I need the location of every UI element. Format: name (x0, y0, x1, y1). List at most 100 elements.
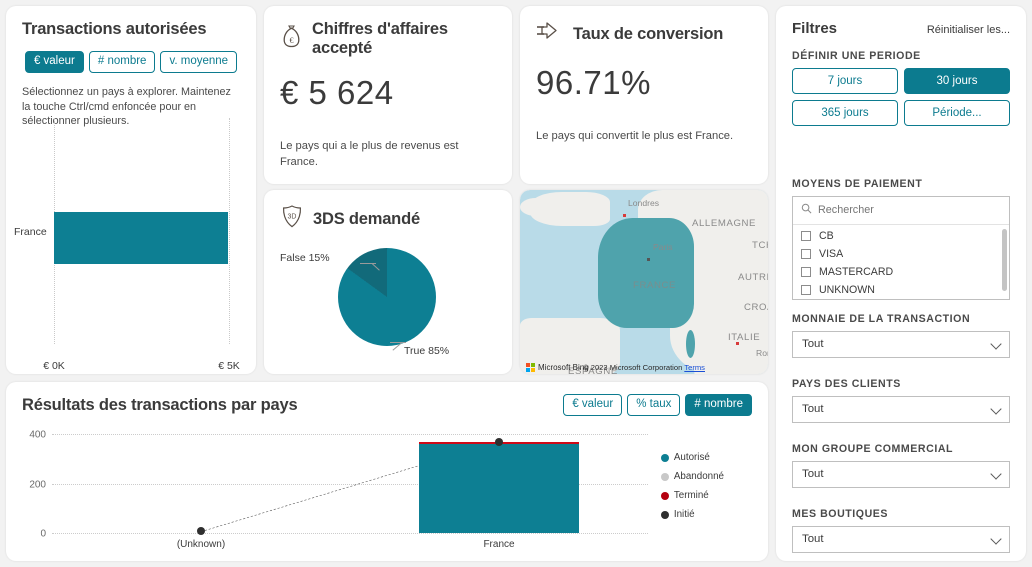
revenue-kpi-title: Chiffres d'affaires accepté (312, 20, 448, 57)
map-label-france: FRANCE (633, 280, 677, 291)
payment-option-mastercard-label: MASTERCARD (819, 266, 894, 278)
shops-filter-value: Tout (802, 533, 824, 545)
y-tick-400: 400 (29, 429, 46, 441)
results-title: Résultats des transactions par pays (22, 395, 298, 414)
period-7-jours[interactable]: 7 jours (792, 68, 898, 94)
legend-label-autorise: Autorisé (673, 452, 710, 463)
filters-title: Filtres (792, 20, 838, 37)
legend-label-termine: Terminé (673, 490, 709, 501)
commercial-group-value: Tout (802, 468, 824, 480)
chevron-down-icon (990, 467, 1002, 480)
pie-label-false: False 15% (280, 252, 330, 264)
checkbox-unknown[interactable] (801, 285, 811, 295)
payment-search-row (793, 197, 1009, 225)
x-tick-5k: € 5K (218, 360, 240, 372)
map-canvas[interactable]: Londres ALLEMAGNE Paris FRANCE AUTRIC IT… (520, 190, 768, 374)
customer-country-value: Tout (802, 403, 824, 415)
toggle-valeur-moyenne[interactable]: v. moyenne (160, 51, 238, 74)
revenue-kpi-value: € 5 624 (280, 74, 394, 111)
map-terms-link[interactable]: Terms (684, 363, 705, 372)
authorized-transactions-title: Transactions autorisées (22, 20, 207, 38)
svg-text:3D: 3D (288, 214, 297, 221)
gridline-0: 0 (40, 529, 648, 540)
authorized-bar-category-label: France (14, 226, 47, 238)
y-tick-0: 0 (40, 528, 46, 540)
authorized-metric-toggle-group: € valeur # nombre v. moyenne (22, 51, 240, 74)
toggle-valeur[interactable]: € valeur (24, 51, 84, 74)
point-france-initie[interactable] (495, 437, 503, 446)
x-tick-unknown: (Unknown) (176, 539, 226, 550)
currency-filter-value: Tout (802, 338, 824, 350)
country-france-highlight[interactable] (598, 218, 694, 328)
payment-option-cb[interactable]: CB (793, 227, 1009, 245)
reset-filters-link[interactable]: Réinitialiser les... (927, 24, 1010, 36)
conversion-rate-card: Taux de conversion 96.71% Le pays qui co… (520, 6, 768, 184)
map-label-autriche: AUTRIC (738, 272, 768, 283)
legend-item-autorise[interactable]: Autorisé (660, 452, 724, 463)
pie-leader-true (390, 342, 406, 343)
payment-option-unknown[interactable]: UNKNOWN (793, 281, 1009, 299)
legend-dot-termine (660, 491, 669, 500)
authorized-transactions-card: Transactions autorisées € valeur # nombr… (6, 6, 256, 374)
checkbox-mastercard[interactable] (801, 267, 811, 277)
revenue-kpi-card: € Chiffres d'affaires accepté € 5 624 Le… (264, 6, 512, 184)
point-unknown-initie[interactable] (197, 527, 205, 535)
payment-option-cb-label: CB (819, 230, 834, 242)
checkbox-visa[interactable] (801, 249, 811, 259)
period-30-jours[interactable]: 30 jours (904, 68, 1010, 94)
map-label-rome: Rom (756, 348, 768, 358)
chevron-down-icon (990, 337, 1002, 350)
currency-filter-select[interactable]: Tout (792, 331, 1010, 358)
results-toggle-taux[interactable]: % taux (627, 394, 681, 417)
map-label-londres: Londres (628, 198, 660, 208)
customer-country-label: PAYS DES CLIENTS (792, 378, 901, 390)
map-dot-paris (647, 258, 650, 261)
legend-item-initie[interactable]: Initié (660, 509, 724, 520)
map-label-italie: ITALIE (728, 332, 761, 343)
revenue-kpi-subtitle: Le pays qui a le plus de revenus est Fra… (280, 140, 459, 169)
map-copyright-text: © 2023 Microsoft Corporation (583, 363, 683, 372)
customer-country-select[interactable]: Tout (792, 396, 1010, 423)
commercial-group-select[interactable]: Tout (792, 461, 1010, 488)
payment-methods-listbox: CB VISA MASTERCARD UNKNOWN (792, 196, 1010, 300)
payment-option-visa-label: VISA (819, 248, 844, 260)
filters-panel: Filtres Réinitialiser les... DÉFINIR UNE… (776, 6, 1026, 561)
period-button-group: 7 jours 30 jours 365 jours Période... (792, 68, 1010, 126)
chevron-down-icon (990, 532, 1002, 545)
authorized-bar-france[interactable] (54, 212, 228, 264)
payment-option-mastercard[interactable]: MASTERCARD (793, 263, 1009, 281)
period-365-jours[interactable]: 365 jours (792, 100, 898, 126)
pie-label-true: True 85% (404, 345, 450, 357)
legend-dot-autorise (660, 453, 669, 462)
payment-option-unknown-label: UNKNOWN (819, 284, 875, 296)
results-legend: Autorisé Abandonné Terminé Initié (660, 452, 724, 528)
payment-methods-options: CB VISA MASTERCARD UNKNOWN (793, 225, 1009, 299)
legend-item-termine[interactable]: Terminé (660, 490, 724, 501)
results-toggle-valeur[interactable]: € valeur (563, 394, 623, 417)
map-label-allemagne: ALLEMAGNE (692, 218, 757, 229)
payment-list-scrollbar[interactable] (1002, 229, 1007, 291)
payment-option-visa[interactable]: VISA (793, 245, 1009, 263)
3ds-shield-icon: 3D (280, 204, 304, 234)
bar-france-autorise[interactable] (418, 444, 580, 533)
country-map-card[interactable]: Londres ALLEMAGNE Paris FRANCE AUTRIC IT… (520, 190, 768, 374)
checkbox-cb[interactable] (801, 231, 811, 241)
conversion-rate-value: 96.71% (536, 64, 651, 101)
commercial-group-label: MON GROUPE COMMERCIAL (792, 443, 954, 455)
shops-filter-label: MES BOUTIQUES (792, 508, 889, 520)
results-plot-area: 400 200 0 (Unknown) France (29, 430, 648, 550)
results-metric-toggle-group: € valeur % taux # nombre (563, 394, 752, 417)
toggle-nombre[interactable]: # nombre (88, 51, 156, 74)
map-label-paris: Paris (653, 242, 673, 252)
currency-filter-label: MONNAIE DE LA TRANSACTION (792, 313, 971, 325)
payment-search-input[interactable] (818, 204, 1001, 216)
results-toggle-nombre[interactable]: # nombre (685, 394, 752, 417)
shops-filter-select[interactable]: Tout (792, 526, 1010, 553)
chevron-down-icon (990, 402, 1002, 415)
period-custom[interactable]: Période... (904, 100, 1010, 126)
money-bag-icon: € (280, 24, 303, 54)
conversion-arrow-icon (536, 20, 564, 48)
pie-slices[interactable] (338, 248, 436, 346)
legend-item-abandonne[interactable]: Abandonné (660, 471, 724, 482)
conversion-rate-title: Taux de conversion (573, 24, 724, 43)
